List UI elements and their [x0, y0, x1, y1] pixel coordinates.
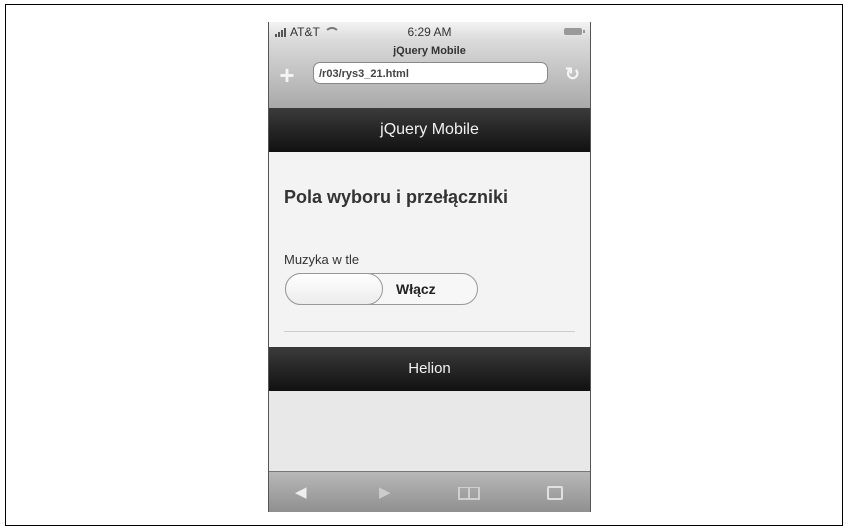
browser-toolbar: ◀ ▶: [269, 471, 590, 512]
switch-handle[interactable]: [285, 273, 383, 305]
section-heading: Pola wyboru i przełączniki: [284, 187, 509, 207]
content-area: Pola wyboru i przełączniki Muzyka w tle …: [269, 152, 590, 347]
divider: [284, 331, 575, 332]
bookmarks-icon[interactable]: [458, 472, 480, 512]
page-title: jQuery Mobile: [393, 45, 466, 57]
status-bar: AT&T 6:29 AM: [269, 22, 590, 42]
app-header: jQuery Mobile: [269, 108, 590, 152]
app-footer: Helion: [269, 347, 590, 391]
battery-icon: [564, 28, 585, 35]
background-music-label: Muzyka w tle: [284, 252, 360, 267]
back-icon[interactable]: ◀: [295, 472, 307, 512]
background-music-switch[interactable]: Włącz: [285, 273, 478, 305]
pages-icon[interactable]: [547, 472, 563, 512]
reload-icon[interactable]: ↻: [565, 64, 580, 85]
status-time: 6:29 AM: [407, 25, 452, 39]
url-field[interactable]: /r03/rys3_21.html: [313, 62, 548, 84]
switch-label: Włącz: [396, 281, 436, 297]
phone-screen: AT&T 6:29 AM jQuery Mobile + /r03/rys3_2…: [268, 22, 591, 512]
blank-area: [269, 391, 590, 471]
plus-icon[interactable]: +: [276, 62, 298, 88]
forward-icon[interactable]: ▶: [379, 472, 391, 512]
browser-bar: jQuery Mobile + /r03/rys3_21.html ↻: [269, 42, 590, 108]
